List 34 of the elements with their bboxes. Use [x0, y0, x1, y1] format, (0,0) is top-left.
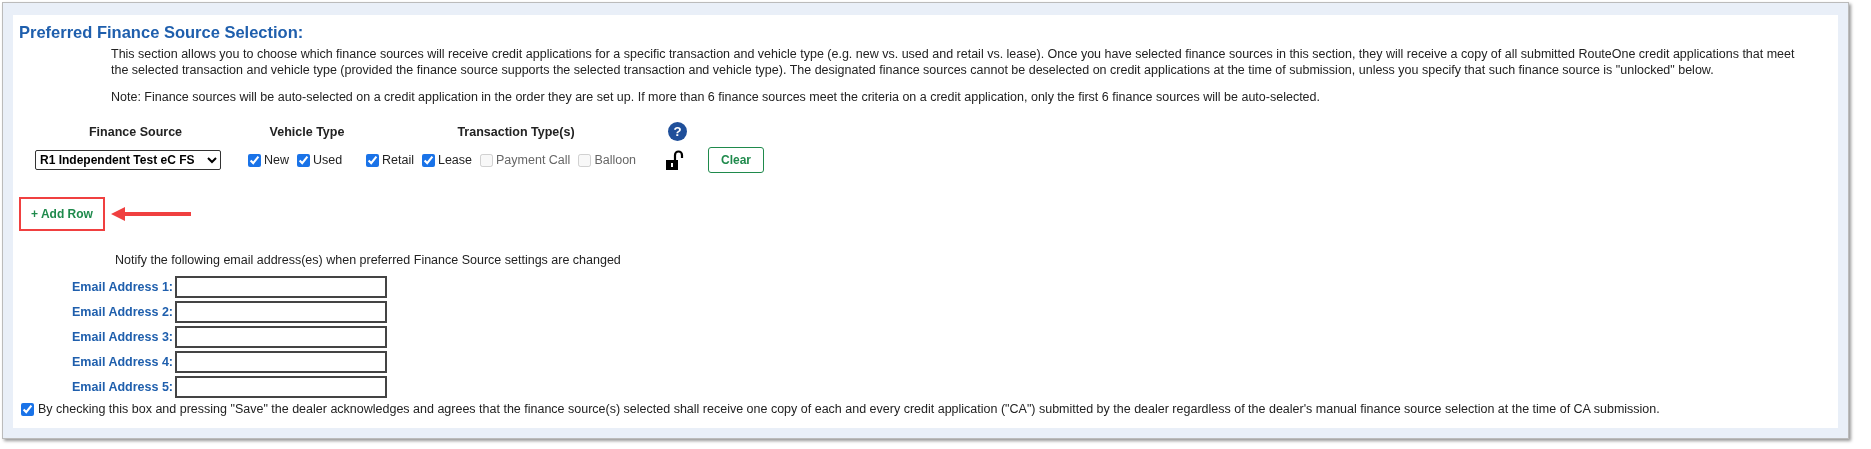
email-label: Email Address 2: — [72, 305, 173, 319]
notify-text: Notify the following email address(es) when preferred Finance Source settings are changed — [115, 253, 621, 267]
finance-source-dropdown[interactable]: R1 Independent Test eC FS — [35, 150, 221, 170]
section-title: Preferred Finance Source Selection: — [19, 23, 304, 42]
acknowledgement-text: By checking this box and pressing "Save" the dealer acknowledges and agrees that the finance source(s) selected shall receive one copy of each and every credit application ("CA") submitted by the dealer regardless of the dealer's manual finance source selection at the time of CA submission. — [38, 402, 1660, 416]
column-header: Vehicle Type — [269, 124, 345, 139]
transaction-type-checkbox[interactable] — [366, 153, 379, 167]
checkbox-label: Used — [313, 153, 343, 167]
email-label: Email Address 4: — [72, 355, 173, 369]
checkbox-label: New — [264, 153, 289, 167]
clear-button[interactable]: Clear — [708, 147, 765, 173]
column-header: Finance Source — [88, 124, 183, 139]
checkbox-label: Balloon — [594, 153, 637, 167]
email-input-field[interactable] — [175, 376, 387, 398]
email-input-field[interactable] — [175, 276, 387, 298]
email-label: Email Address 3: — [72, 330, 173, 344]
note-text: Note: Finance sources will be auto-selected on a credit application in the order they are set up. If more than 6 finance sources meet the criteria on a credit application, only the first 6 finance sources will be auto-selected. — [111, 90, 1320, 104]
email-input-field[interactable] — [175, 351, 387, 373]
vehicle-type-checkbox[interactable] — [297, 153, 310, 167]
email-input-field[interactable] — [175, 301, 387, 323]
email-label: Email Address 1: — [72, 280, 173, 294]
email-label: Email Address 5: — [72, 380, 173, 394]
column-header: Transaction Type(s) — [457, 124, 575, 139]
unlocked-lock-icon[interactable] — [666, 150, 684, 170]
add-row-button[interactable]: + Add Row — [19, 197, 105, 231]
checkbox-label: Lease — [437, 153, 473, 167]
vehicle-type-checkbox[interactable] — [248, 153, 261, 167]
checkbox-label: Payment Call — [496, 153, 571, 167]
acknowledgement-checkbox[interactable] — [21, 402, 34, 416]
help-icon[interactable]: ? — [668, 122, 687, 141]
transaction-type-checkbox[interactable] — [421, 153, 435, 167]
section-description: This section allows you to choose which finance sources will receive credit applications for a specific transaction and vehicle type (e.g. new vs. used and retail vs. lease). Once you have selected finance sources in this section, they will receive a copy of all submitted RouteOne credit applications that meet the selected transaction and vehicle type (provided the finance source supports the selected transaction and vehicle type). The designated finance sources cannot be deselected on credit applications at the time of submission, unless you specify that such finance source is "unlocked" below. — [111, 46, 1796, 78]
checkbox-label: Retail — [382, 153, 414, 167]
email-input-field[interactable] — [175, 326, 387, 348]
